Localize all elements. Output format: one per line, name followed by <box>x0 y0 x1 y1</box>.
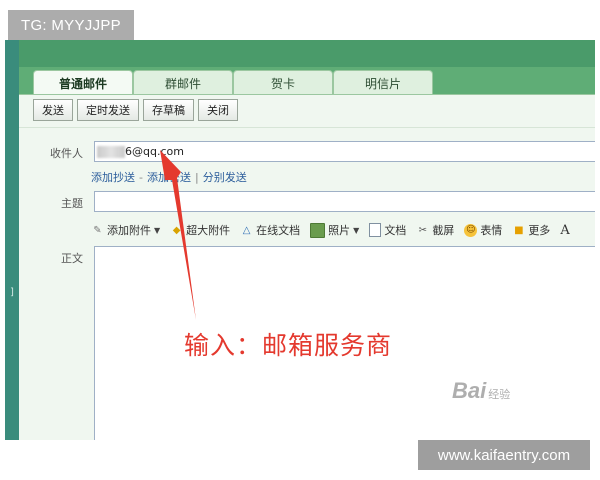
tab-normal-mail[interactable]: 普通邮件 <box>33 70 133 95</box>
link-separator: | <box>194 171 199 184</box>
chevron-down-icon[interactable]: ▼ <box>353 226 359 235</box>
paperclip-icon: ✎ <box>93 224 102 236</box>
emoji-label: 表情 <box>480 224 503 237</box>
recipient-input[interactable]: 6@qq.com <box>94 141 595 162</box>
font-button[interactable]: A <box>560 223 569 238</box>
recipient-label: 收件人 <box>50 147 83 160</box>
subject-label: 主题 <box>61 197 83 210</box>
redacted-email-prefix <box>97 145 125 158</box>
photo-button[interactable]: 照片 ▼ <box>310 222 359 238</box>
baidu-suffix: 经验 <box>488 389 511 401</box>
compose-toolbar: 发送 定时发送 存草稿 关闭 <box>33 99 238 121</box>
annotation-text: 输入：邮箱服务商 <box>184 331 393 360</box>
left-sidebar-strip: ] <box>5 40 20 440</box>
save-draft-button[interactable]: 存草稿 <box>143 99 194 121</box>
link-separator: - <box>139 171 143 184</box>
add-cc-link[interactable]: 添加抄送 <box>91 171 135 184</box>
subject-input[interactable] <box>94 191 595 212</box>
screenshot-label: 截屏 <box>432 224 455 237</box>
document-icon <box>369 223 382 237</box>
more-label: 更多 <box>528 224 551 237</box>
add-bcc-link[interactable]: 添加密送 <box>147 171 191 184</box>
recipient-value: 6@qq.com <box>125 145 184 158</box>
large-attachment-button[interactable]: ◆ 超大附件 <box>170 222 230 238</box>
separate-send-link[interactable]: 分别发送 <box>203 171 247 184</box>
screenshot-icon: ✂ <box>418 224 427 236</box>
tg-watermark: TG: MYYJJPP <box>8 10 134 40</box>
add-attachment-button[interactable]: ✎ 添加附件 ▼ <box>91 222 160 238</box>
font-icon: A <box>560 222 570 238</box>
baidu-watermark: Bai 经验 <box>452 378 510 404</box>
online-doc-icon: △ <box>242 224 251 236</box>
tab-group-mail[interactable]: 群邮件 <box>133 70 233 95</box>
tab-postcard[interactable]: 明信片 <box>333 70 433 95</box>
body-label: 正文 <box>61 252 83 265</box>
toolbar-divider <box>19 127 595 128</box>
online-doc-label: 在线文档 <box>256 224 301 237</box>
add-attachment-label: 添加附件 <box>107 224 151 237</box>
recipient-options: 添加抄送 - 添加密送 | 分别发送 <box>91 169 247 185</box>
chevron-down-icon[interactable]: ▼ <box>154 226 160 235</box>
more-icon: ■ <box>514 224 524 236</box>
large-attachment-icon: ◆ <box>172 224 181 236</box>
header-band <box>19 40 595 67</box>
tab-greeting-card[interactable]: 贺卡 <box>233 70 333 95</box>
screenshot-button[interactable]: ✂ 截屏 <box>416 222 455 238</box>
emoji-icon: ☺ <box>464 223 478 237</box>
large-attachment-label: 超大附件 <box>186 224 231 237</box>
more-button[interactable]: ■ 更多 <box>512 222 550 238</box>
close-button[interactable]: 关闭 <box>198 99 238 121</box>
baidu-wordmark: Bai <box>452 378 487 403</box>
photo-icon <box>310 222 326 238</box>
sidebar-bracket-icon: ] <box>10 287 14 298</box>
site-watermark: www.kaifaentry.com <box>418 440 590 470</box>
online-doc-button[interactable]: △ 在线文档 <box>240 222 300 238</box>
scheduled-send-button[interactable]: 定时发送 <box>77 99 139 121</box>
compose-tabs: 普通邮件 群邮件 贺卡 明信片 <box>19 67 595 95</box>
document-button[interactable]: 文档 <box>369 222 406 238</box>
emoji-button[interactable]: ☺ 表情 <box>464 222 502 238</box>
format-toolbar: ✎ 添加附件 ▼ ◆ 超大附件 △ 在线文档 照片 ▼ 文档 ✂ 截屏 ☺ 表情 ■ 更多 A <box>91 221 595 239</box>
send-button[interactable]: 发送 <box>33 99 73 121</box>
document-label: 文档 <box>384 224 407 237</box>
photo-label: 照片 <box>328 224 351 237</box>
